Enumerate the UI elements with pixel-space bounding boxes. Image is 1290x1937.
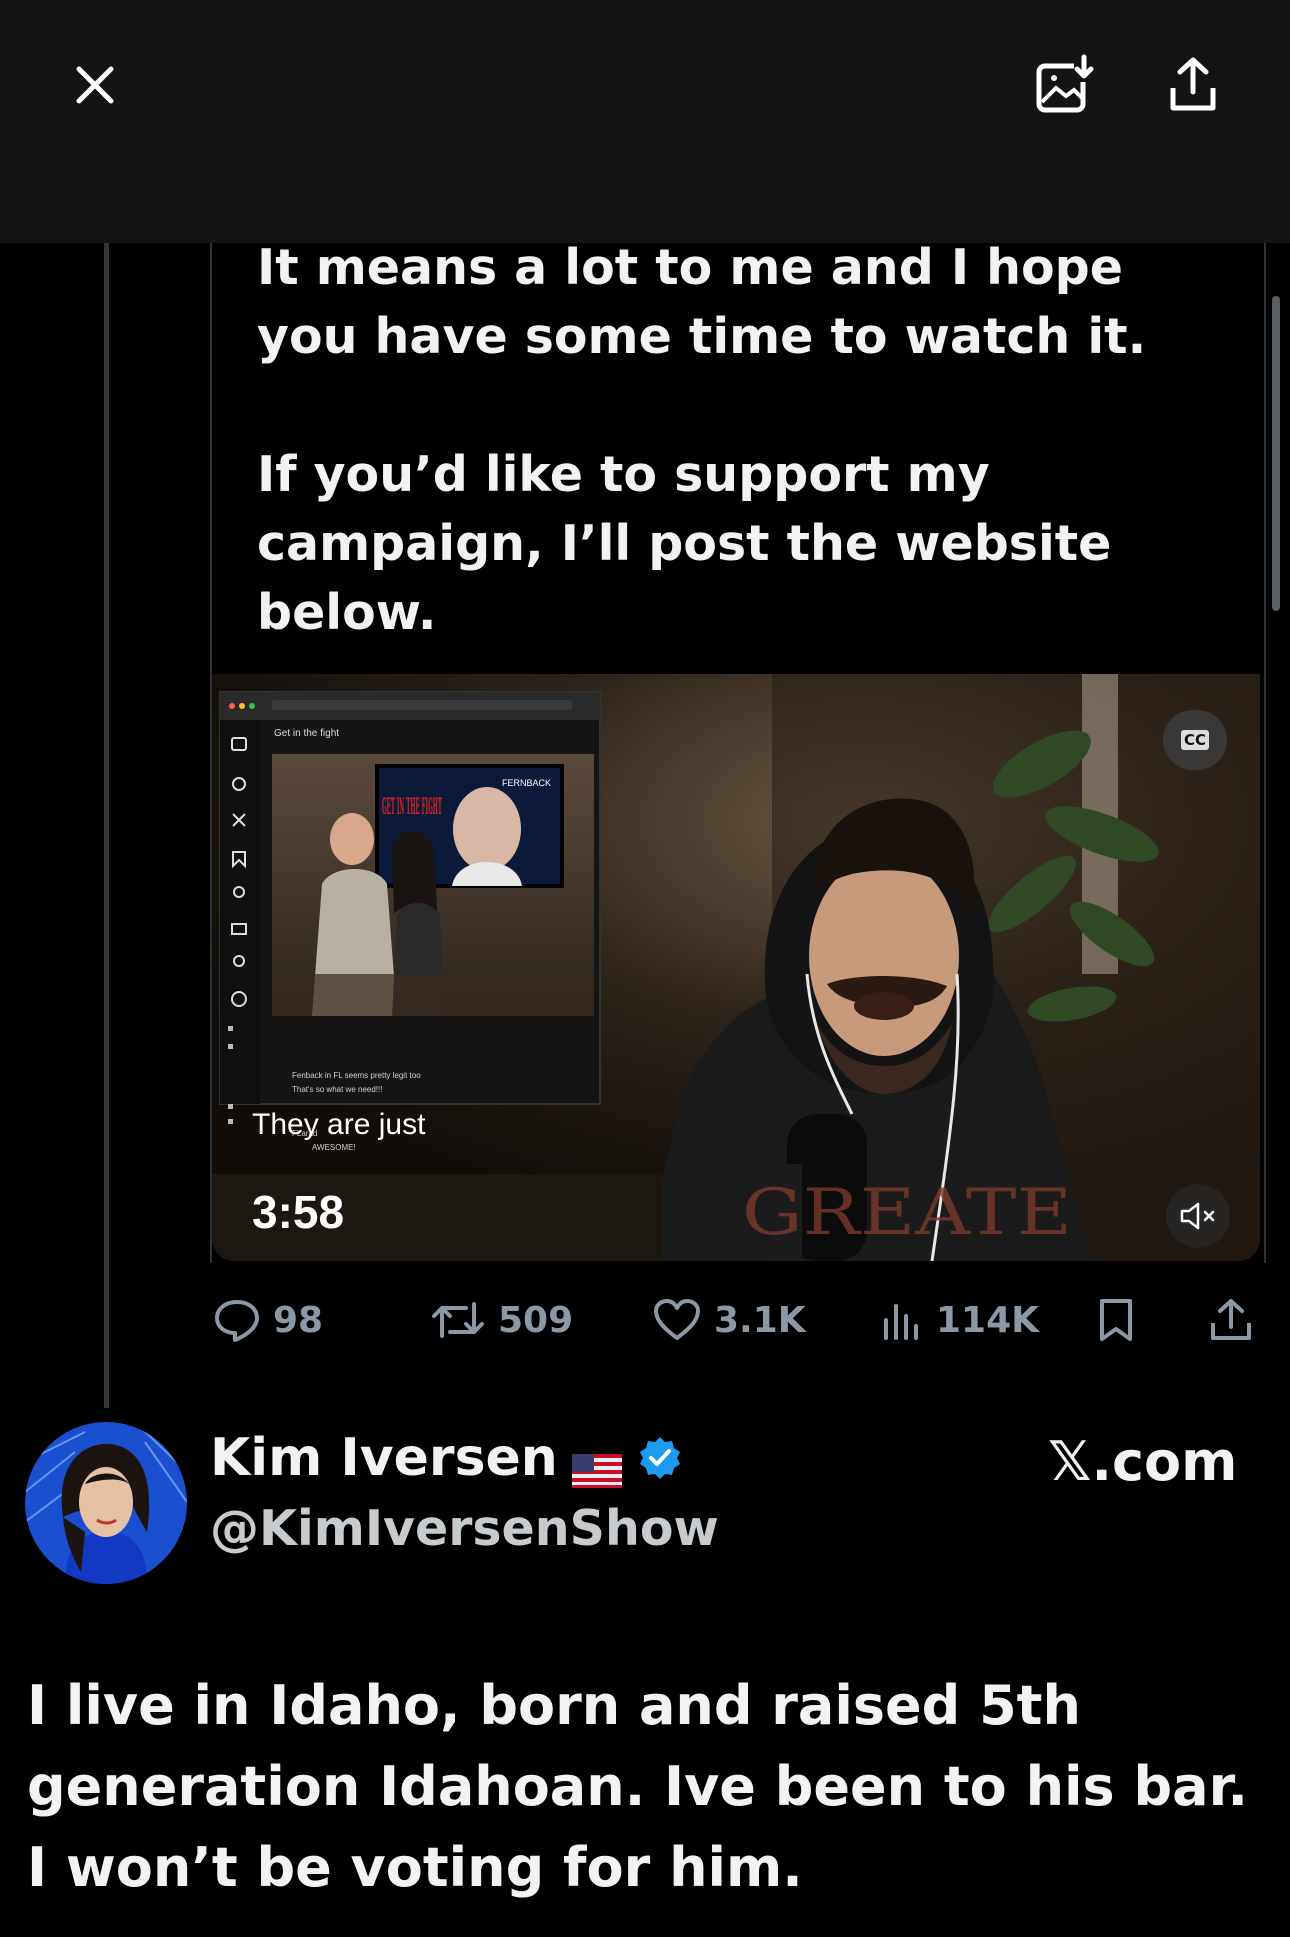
tv-text: GET IN THE FIGHT <box>382 794 442 820</box>
reply-icon <box>215 1300 259 1342</box>
viewer-toolbar <box>0 0 1290 243</box>
reply-button[interactable]: 98 <box>213 1290 323 1350</box>
heart-icon <box>654 1299 700 1340</box>
avatar[interactable] <box>25 1422 187 1584</box>
share-icon <box>1170 57 1216 111</box>
scrollbar[interactable] <box>1272 296 1280 611</box>
source-label: 𝕏.com <box>1048 1430 1238 1493</box>
repost-button[interactable]: 509 <box>430 1290 573 1350</box>
avatar-image <box>25 1422 187 1584</box>
save-image-button[interactable] <box>1030 50 1100 120</box>
mute-button[interactable] <box>1166 1184 1230 1248</box>
views-icon <box>884 1304 918 1340</box>
video-time: 3:58 <box>252 1186 345 1238</box>
author-name[interactable]: Kim Iversen <box>210 1428 684 1488</box>
video-caption: They are just <box>252 1108 426 1141</box>
share-icon <box>1211 1299 1251 1340</box>
close-button[interactable] <box>60 50 130 120</box>
bookmark-icon <box>1100 1299 1132 1341</box>
hoodie-text: GREATE <box>742 1176 1072 1250</box>
inset-screenshot: Get in the fight GET IN THE FIGHT FERNBA… <box>219 691 601 1152</box>
save-image-icon <box>1036 54 1094 113</box>
chat-line: That's so what we need!!! <box>292 1085 382 1094</box>
reply-text: I live in Idaho, born and raised 5th gen… <box>27 1674 1249 1899</box>
bookmark-button[interactable] <box>1096 1290 1136 1350</box>
chat-line: Fenback in FL seems pretty legit too <box>292 1071 421 1080</box>
tweet-actions: 98 509 3.1K 114K <box>208 1290 1272 1350</box>
tweet-paragraph: If you’d like to support my campaign, I’… <box>257 446 1112 641</box>
captions-button[interactable]: CC <box>1163 710 1227 770</box>
video-player[interactable]: GREATE Get in the fight GET IN THE FIGHT… <box>212 674 1260 1261</box>
tweet-paragraph: It means a lot to me and I hope you have… <box>257 239 1147 365</box>
verified-badge-icon <box>639 1437 680 1479</box>
thread-line <box>104 243 109 1408</box>
like-button[interactable]: 3.1K <box>652 1290 806 1350</box>
cc-icon: CC <box>1180 730 1210 750</box>
repost-count: 509 <box>498 1299 574 1341</box>
video-frame: GREATE Get in the fight GET IN THE FIGHT… <box>212 674 1260 1261</box>
share-tweet-button[interactable] <box>1208 1290 1254 1350</box>
like-count: 3.1K <box>714 1299 806 1341</box>
reply-count: 98 <box>273 1299 324 1341</box>
author-handle[interactable]: @KimIversenShow <box>210 1500 719 1557</box>
views-button[interactable]: 114K <box>880 1290 1039 1350</box>
views-count: 114K <box>936 1299 1040 1341</box>
inset-page-title: Get in the fight <box>274 728 339 739</box>
tv-banner: FERNBACK <box>502 778 551 788</box>
tweet-text: It means a lot to me and I hope you have… <box>257 233 1217 647</box>
chat-line: AWESOME! <box>312 1143 356 1152</box>
close-icon <box>76 66 114 104</box>
us-flag-icon <box>571 1441 622 1488</box>
author-name-text: Kim Iversen <box>210 1428 558 1488</box>
repost-icon <box>432 1302 484 1338</box>
speaker-muted-icon <box>1180 1202 1215 1230</box>
share-button[interactable] <box>1158 50 1228 120</box>
